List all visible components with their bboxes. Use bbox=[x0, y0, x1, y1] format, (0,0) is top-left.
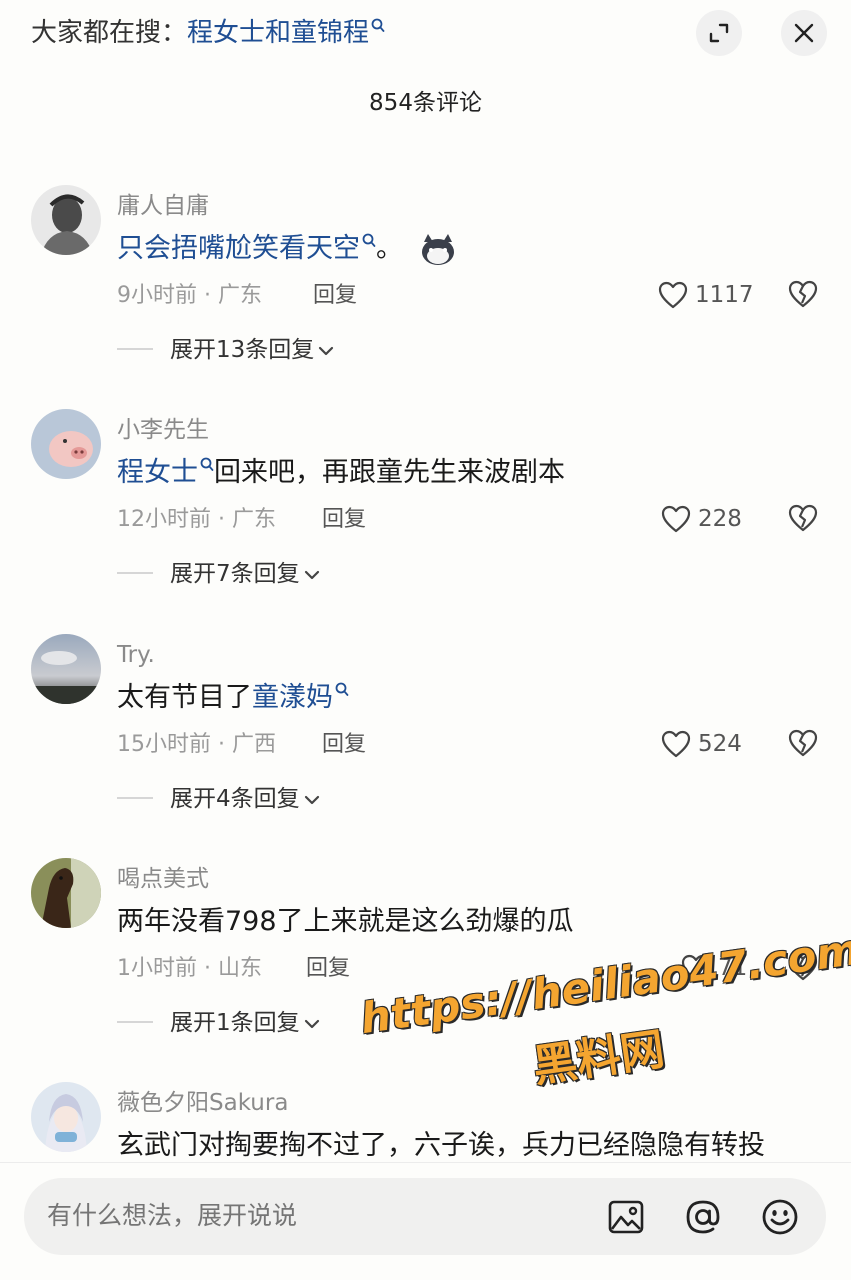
comment-input[interactable] bbox=[47, 1198, 567, 1234]
chevron-down-icon bbox=[319, 346, 334, 355]
mention-icon[interactable] bbox=[683, 1197, 723, 1237]
expand-replies-button[interactable]: 展开13条回复 bbox=[170, 335, 334, 365]
search-icon bbox=[335, 682, 349, 696]
expand-replies-label: 展开4条回复 bbox=[170, 786, 300, 812]
avatar[interactable] bbox=[31, 858, 101, 928]
top-bar: 大家都在搜：程女士和童锦程 bbox=[0, 0, 851, 68]
like-button[interactable]: 228 bbox=[660, 501, 742, 537]
composer-divider bbox=[0, 1162, 851, 1163]
expand-replies-button[interactable]: 展开7条回复 bbox=[170, 559, 320, 589]
comment-meta: 1小时前 · 山东 bbox=[117, 956, 262, 981]
search-link[interactable]: 只会捂嘴尬笑看天空 bbox=[117, 233, 360, 264]
like-button[interactable]: 1117 bbox=[657, 277, 754, 313]
expand-divider bbox=[117, 572, 153, 574]
heart-icon bbox=[661, 505, 691, 533]
heart-icon bbox=[681, 954, 711, 982]
username[interactable]: 小李先生 bbox=[117, 415, 209, 445]
comments-panel: 大家都在搜：程女士和童锦程 854条评论 庸人自庸 只会捂嘴尬笑看天空 。 9小… bbox=[0, 0, 851, 1280]
like-count: 1117 bbox=[695, 282, 754, 308]
reply-button[interactable]: 回复 bbox=[322, 730, 366, 760]
reply-button[interactable]: 回复 bbox=[322, 505, 366, 535]
comment-item: 庸人自庸 只会捂嘴尬笑看天空。 9小时前 · 广东 回复 1117 展开13条回… bbox=[0, 185, 851, 409]
chevron-down-icon bbox=[304, 1019, 319, 1028]
like-count: 71 bbox=[718, 955, 748, 981]
like-button[interactable]: 524 bbox=[660, 726, 742, 762]
dislike-icon[interactable] bbox=[787, 503, 819, 533]
expand-replies-button[interactable]: 展开4条回复 bbox=[170, 784, 320, 814]
comment-item: 喝点美式 两年没看798了上来就是这么劲爆的瓜 1小时前 · 山东 回复 71 … bbox=[0, 858, 851, 1082]
username[interactable]: 喝点美式 bbox=[117, 864, 209, 894]
comment-text-tail: 。 bbox=[376, 233, 403, 264]
comment-text: 程女士 回来吧，再跟童先生来波剧本 bbox=[117, 455, 565, 491]
search-icon bbox=[362, 233, 376, 247]
expand-replies-label: 展开7条回复 bbox=[170, 561, 300, 587]
comment-text: 两年没看798了上来就是这么劲爆的瓜 bbox=[117, 906, 574, 937]
comment-item: 小李先生 程女士 回来吧，再跟童先生来波剧本 12小时前 · 广东 回复 228 … bbox=[0, 409, 851, 633]
comment-composer bbox=[24, 1178, 826, 1255]
search-link[interactable]: 童漾妈 bbox=[252, 682, 333, 713]
comment-count: 854条评论 bbox=[369, 90, 482, 116]
dislike-icon[interactable] bbox=[787, 279, 819, 309]
chevron-down-icon bbox=[304, 795, 319, 804]
username[interactable]: Try. bbox=[117, 640, 155, 670]
dislike-icon[interactable] bbox=[787, 952, 819, 982]
expand-divider bbox=[117, 797, 153, 799]
emoji-icon[interactable] bbox=[760, 1197, 800, 1237]
avatar[interactable] bbox=[31, 185, 101, 255]
like-count: 228 bbox=[698, 506, 742, 532]
username[interactable]: 薇色夕阳Sakura bbox=[117, 1088, 288, 1118]
comment-text-head: 太有节目了 bbox=[117, 682, 252, 713]
expand-replies-label: 展开1条回复 bbox=[170, 1010, 300, 1036]
expand-icon bbox=[709, 23, 729, 43]
comment-text: 玄武门对掏要掏不过了，六子诶，兵力已经隐隐有转投 bbox=[117, 1130, 765, 1161]
search-link[interactable]: 程女士 bbox=[117, 457, 198, 488]
emoji-icon bbox=[421, 233, 454, 265]
image-icon[interactable] bbox=[606, 1197, 646, 1237]
comment-text: 太有节目了童漾妈 bbox=[117, 680, 349, 716]
comment-meta: 12小时前 · 广东 bbox=[117, 507, 276, 532]
expand-divider bbox=[117, 348, 153, 350]
comment-meta: 15小时前 · 广西 bbox=[117, 732, 276, 757]
like-count: 524 bbox=[698, 731, 742, 757]
like-button[interactable]: 71 bbox=[680, 950, 747, 986]
close-button[interactable] bbox=[781, 10, 827, 56]
search-icon bbox=[200, 457, 214, 471]
comment-text: 只会捂嘴尬笑看天空。 bbox=[117, 231, 458, 268]
avatar[interactable] bbox=[31, 1082, 101, 1152]
expand-replies-label: 展开13条回复 bbox=[170, 337, 315, 363]
chevron-down-icon bbox=[304, 570, 319, 579]
reply-button[interactable]: 回复 bbox=[313, 281, 357, 311]
close-icon bbox=[794, 23, 814, 43]
search-icon bbox=[371, 18, 385, 32]
comment-text-tail: 回来吧，再跟童先生来波剧本 bbox=[214, 457, 565, 488]
comment-item: 薇色夕阳Sakura 玄武门对掏要掏不过了，六子诶，兵力已经隐隐有转投 bbox=[0, 1082, 851, 1162]
avatar[interactable] bbox=[31, 409, 101, 479]
trending-search[interactable]: 大家都在搜：程女士和童锦程 bbox=[31, 16, 385, 50]
dislike-icon[interactable] bbox=[787, 728, 819, 758]
comment-meta: 9小时前 · 广东 bbox=[117, 283, 262, 308]
heart-icon bbox=[658, 281, 688, 309]
username[interactable]: 庸人自庸 bbox=[117, 191, 209, 221]
expand-button[interactable] bbox=[696, 10, 742, 56]
comment-item: Try. 太有节目了童漾妈 15小时前 · 广西 回复 524 展开4条回复 bbox=[0, 634, 851, 858]
avatar[interactable] bbox=[31, 634, 101, 704]
expand-divider bbox=[117, 1021, 153, 1023]
heart-icon bbox=[661, 730, 691, 758]
reply-button[interactable]: 回复 bbox=[306, 954, 350, 984]
trending-search-prefix: 大家都在搜： bbox=[31, 18, 188, 48]
trending-search-term[interactable]: 程女士和童锦程 bbox=[187, 18, 369, 48]
expand-replies-button[interactable]: 展开1条回复 bbox=[170, 1008, 320, 1038]
